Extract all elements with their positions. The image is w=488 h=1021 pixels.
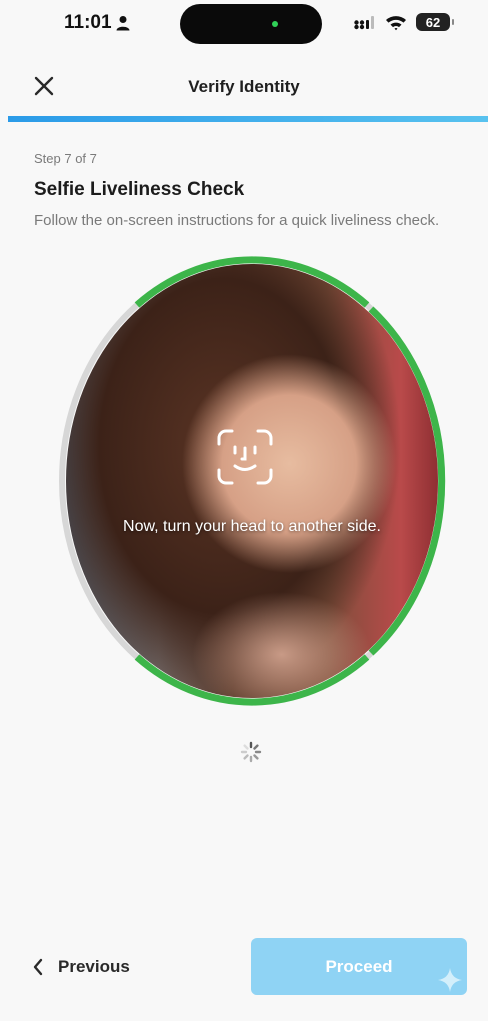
camera-indicator-dot [272, 21, 278, 27]
step-title: Selfie Liveliness Check [34, 179, 245, 200]
sparkle-icon [438, 968, 462, 992]
wifi-icon [386, 15, 406, 30]
battery-icon: 62 [416, 13, 454, 31]
progress-bar [8, 116, 488, 122]
status-time: 11:01 [64, 12, 112, 33]
liveness-instruction: Now, turn your head to another side. [123, 518, 381, 535]
progress-bar-fill [8, 116, 488, 122]
chevron-left-icon [33, 958, 43, 976]
app-header: Verify Identity [0, 58, 488, 114]
selfie-camera-view: Now, turn your head to another side. [58, 256, 446, 706]
proceed-label: Proceed [325, 956, 393, 976]
person-icon [116, 16, 130, 31]
previous-button[interactable]: Previous [32, 950, 130, 984]
status-bar: 11:01 62 [0, 0, 488, 48]
status-time-group: 11:01 [64, 12, 130, 34]
dynamic-island [180, 4, 322, 44]
step-counter: Step 7 of 7 [34, 151, 97, 166]
previous-label: Previous [58, 957, 130, 976]
proceed-button[interactable]: Proceed [251, 938, 467, 995]
battery-level: 62 [425, 14, 441, 30]
spinner-icon [240, 741, 262, 763]
signal-icon [354, 16, 374, 30]
face-id-icon [217, 429, 273, 485]
page-title: Verify Identity [188, 77, 300, 96]
status-icons: 62 [354, 13, 454, 31]
step-description: Follow the on-screen instructions for a … [34, 212, 440, 229]
